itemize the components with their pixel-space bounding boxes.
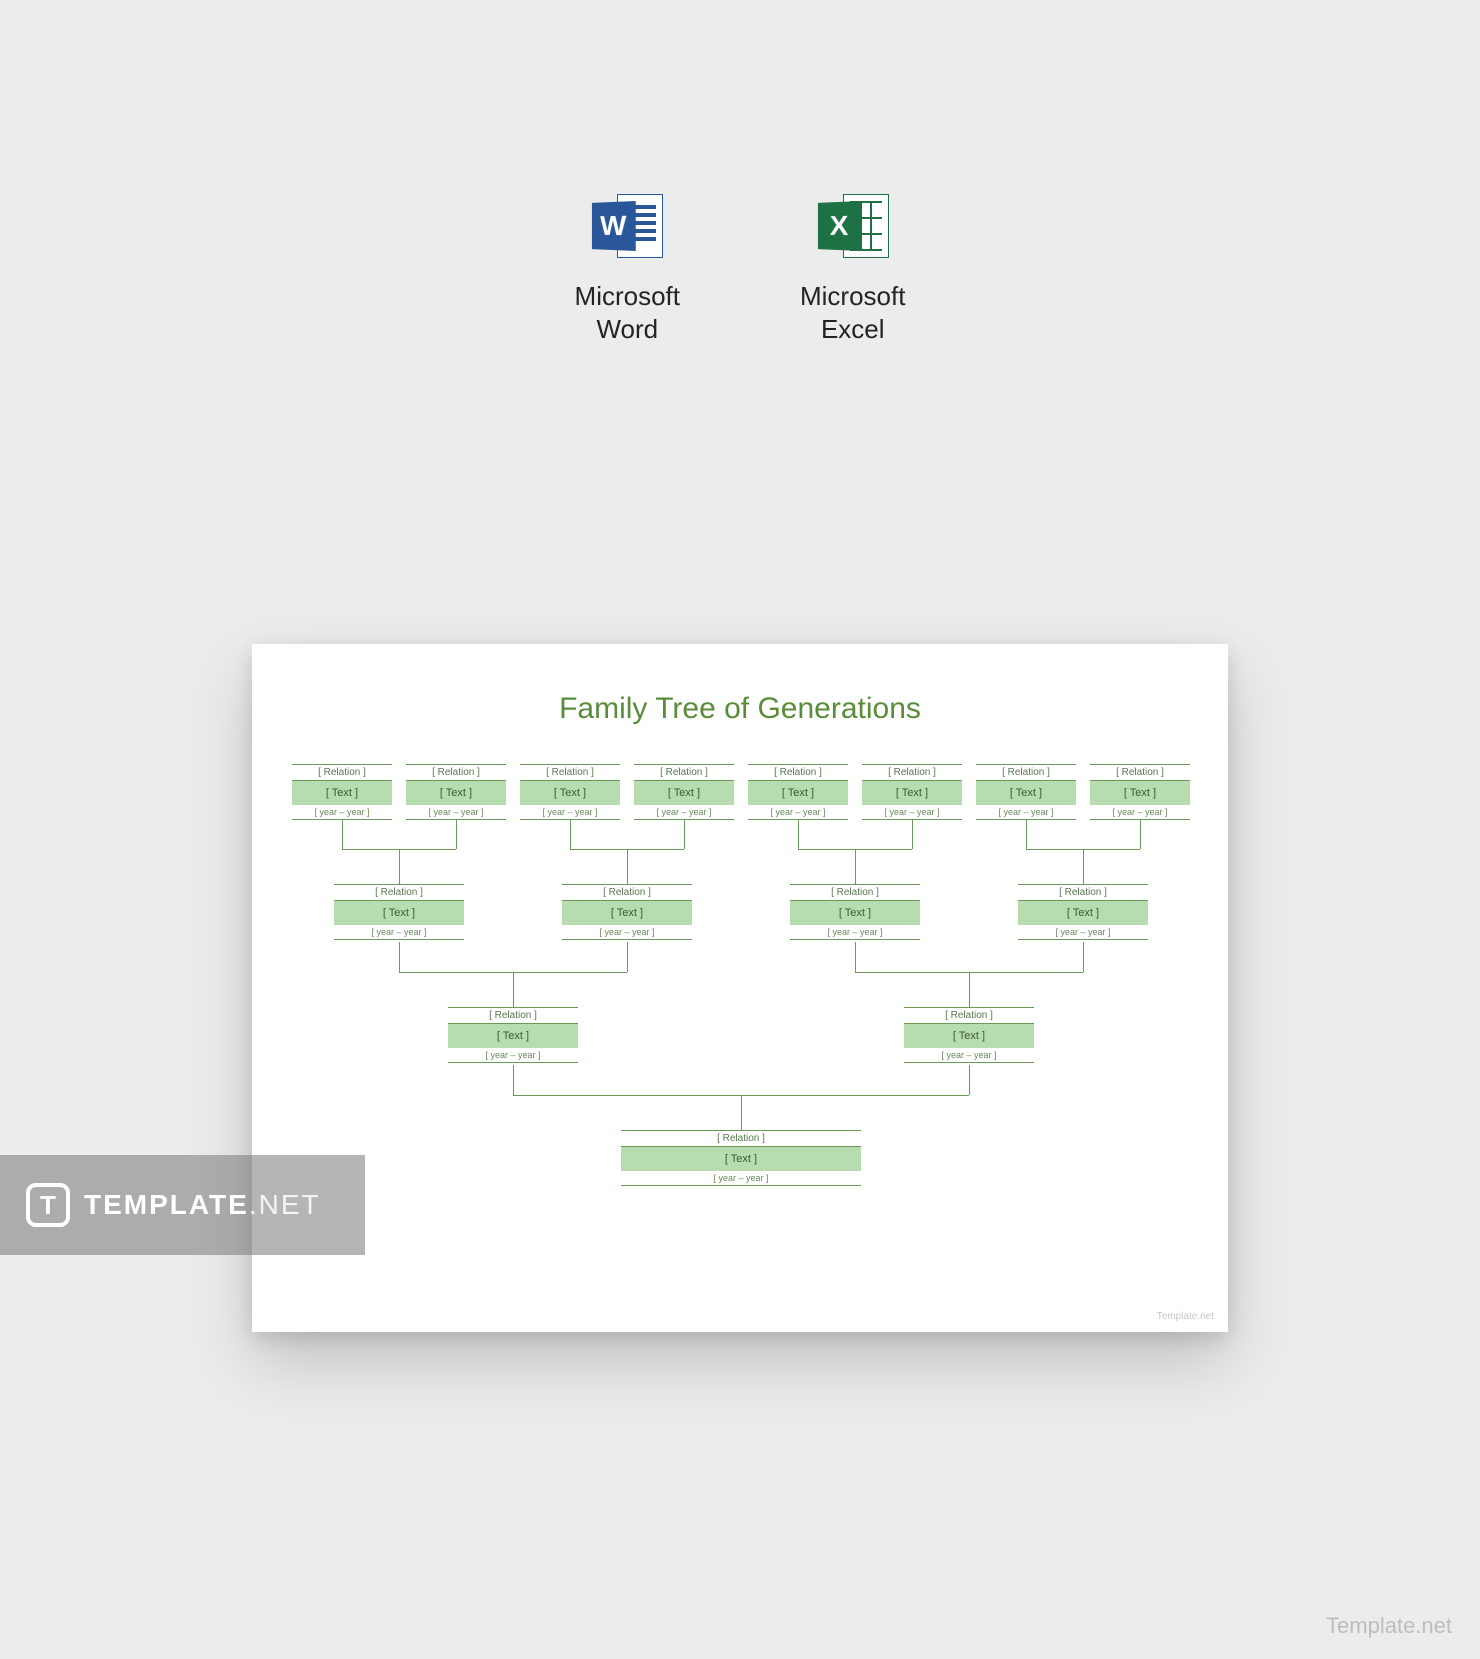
gen1-node: [ Relation ][ Text ][ year – year ] — [621, 1130, 861, 1186]
gen2-node: [ Relation ][ Text ][ year – year ] — [448, 1007, 578, 1063]
gen3-node: [ Relation ][ Text ][ year – year ] — [1018, 884, 1148, 940]
preview-title: Family Tree of Generations — [252, 692, 1228, 726]
gen3-node: [ Relation ][ Text ][ year – year ] — [334, 884, 464, 940]
gen4-node: [ Relation ][ Text ][ year – year ] — [976, 764, 1076, 820]
gen4-node: [ Relation ][ Text ][ year – year ] — [292, 764, 392, 820]
watermark-text: TEMPLATE.NET — [84, 1189, 321, 1221]
gen4-node: [ Relation ][ Text ][ year – year ] — [862, 764, 962, 820]
ms-excel-icon: X — [817, 190, 889, 262]
page-corner-watermark: Template.net — [1326, 1613, 1452, 1639]
app-excel-label: Microsoft Excel — [800, 280, 905, 345]
gen3-node: [ Relation ][ Text ][ year – year ] — [790, 884, 920, 940]
template-logo-icon: T — [26, 1183, 70, 1227]
watermark-badge: T TEMPLATE.NET — [0, 1155, 365, 1255]
app-word[interactable]: W Microsoft Word — [575, 190, 680, 345]
app-word-label: Microsoft Word — [575, 280, 680, 345]
preview-corner-watermark: Template.net — [1157, 1311, 1214, 1322]
gen4-node: [ Relation ][ Text ][ year – year ] — [634, 764, 734, 820]
app-excel[interactable]: X Microsoft Excel — [800, 190, 905, 345]
family-tree-chart: [ Relation ][ Text ][ year – year ] [ Re… — [292, 764, 1188, 1292]
gen4-node: [ Relation ][ Text ][ year – year ] — [1090, 764, 1190, 820]
gen4-node: [ Relation ][ Text ][ year – year ] — [748, 764, 848, 820]
gen4-node: [ Relation ][ Text ][ year – year ] — [406, 764, 506, 820]
template-preview[interactable]: Family Tree of Generations [ Relation ][… — [252, 644, 1228, 1332]
gen4-node: [ Relation ][ Text ][ year – year ] — [520, 764, 620, 820]
gen2-node: [ Relation ][ Text ][ year – year ] — [904, 1007, 1034, 1063]
ms-word-icon: W — [591, 190, 663, 262]
app-icons-row: W Microsoft Word X Microsoft Excel — [0, 190, 1480, 345]
gen3-node: [ Relation ][ Text ][ year – year ] — [562, 884, 692, 940]
